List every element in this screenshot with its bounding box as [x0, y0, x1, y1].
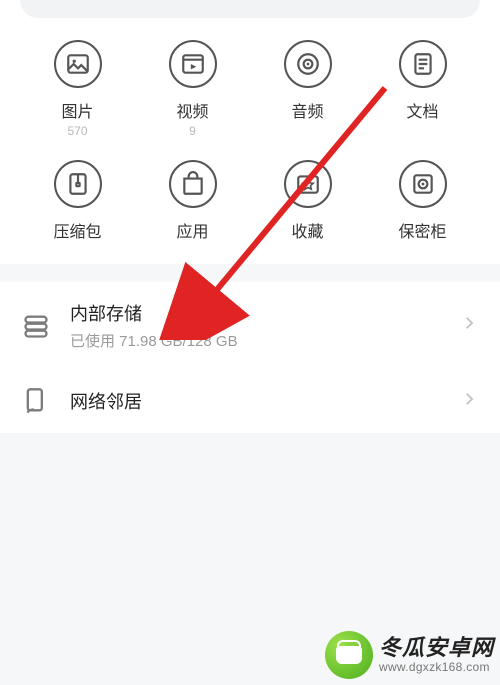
watermark-title: 冬瓜安卓网 — [379, 637, 494, 659]
page-root: 图片 570 视频 9 — [0, 0, 500, 685]
favorite-icon — [284, 160, 332, 208]
archive-icon — [54, 160, 102, 208]
audio-icon — [284, 40, 332, 88]
category-count: 9 — [189, 124, 196, 138]
category-label: 应用 — [176, 218, 208, 242]
category-label: 音频 — [291, 98, 323, 122]
category-video[interactable]: 视频 9 — [135, 40, 250, 138]
chevron-right-icon — [460, 314, 478, 337]
category-label: 压缩包 — [53, 218, 101, 242]
video-icon — [169, 40, 217, 88]
internal-storage-title: 内部存储 — [70, 300, 460, 326]
internal-storage-sub: 已使用 71.98 GB/128 GB — [70, 330, 460, 351]
category-grid: 图片 570 视频 9 — [0, 30, 500, 244]
search-bar[interactable] — [20, 0, 480, 18]
document-icon — [399, 40, 447, 88]
watermark-logo-icon — [325, 631, 373, 679]
safe-icon — [399, 160, 447, 208]
category-label: 视频 — [176, 98, 208, 122]
app-icon — [169, 160, 217, 208]
category-document[interactable]: 文档 — [365, 40, 480, 138]
category-favorite[interactable]: 收藏 — [250, 160, 365, 244]
network-icon — [22, 387, 50, 415]
image-icon — [54, 40, 102, 88]
watermark: 冬瓜安卓网 www.dgxzk168.com — [325, 631, 494, 679]
list-body: 网络邻居 — [70, 388, 460, 414]
category-archive[interactable]: 压缩包 — [20, 160, 135, 244]
category-audio[interactable]: 音频 — [250, 40, 365, 138]
chevron-right-icon — [460, 390, 478, 413]
list-body: 内部存储 已使用 71.98 GB/128 GB — [70, 300, 460, 351]
category-label: 保密柜 — [398, 218, 446, 242]
top-panel: 图片 570 视频 9 — [0, 0, 500, 264]
category-count: 570 — [67, 124, 87, 138]
category-label: 文档 — [406, 98, 438, 122]
category-app[interactable]: 应用 — [135, 160, 250, 244]
category-safe[interactable]: 保密柜 — [365, 160, 480, 244]
category-label: 收藏 — [291, 218, 323, 242]
internal-storage-item[interactable]: 内部存储 已使用 71.98 GB/128 GB — [0, 282, 500, 369]
watermark-url: www.dgxzk168.com — [379, 661, 494, 673]
internal-storage-icon — [22, 312, 50, 340]
watermark-text: 冬瓜安卓网 www.dgxzk168.com — [379, 637, 494, 673]
storage-list: 内部存储 已使用 71.98 GB/128 GB 网络邻居 — [0, 282, 500, 433]
network-neighborhood-item[interactable]: 网络邻居 — [0, 369, 500, 433]
network-title: 网络邻居 — [70, 388, 460, 414]
category-image[interactable]: 图片 570 — [20, 40, 135, 138]
category-label: 图片 — [61, 98, 93, 122]
